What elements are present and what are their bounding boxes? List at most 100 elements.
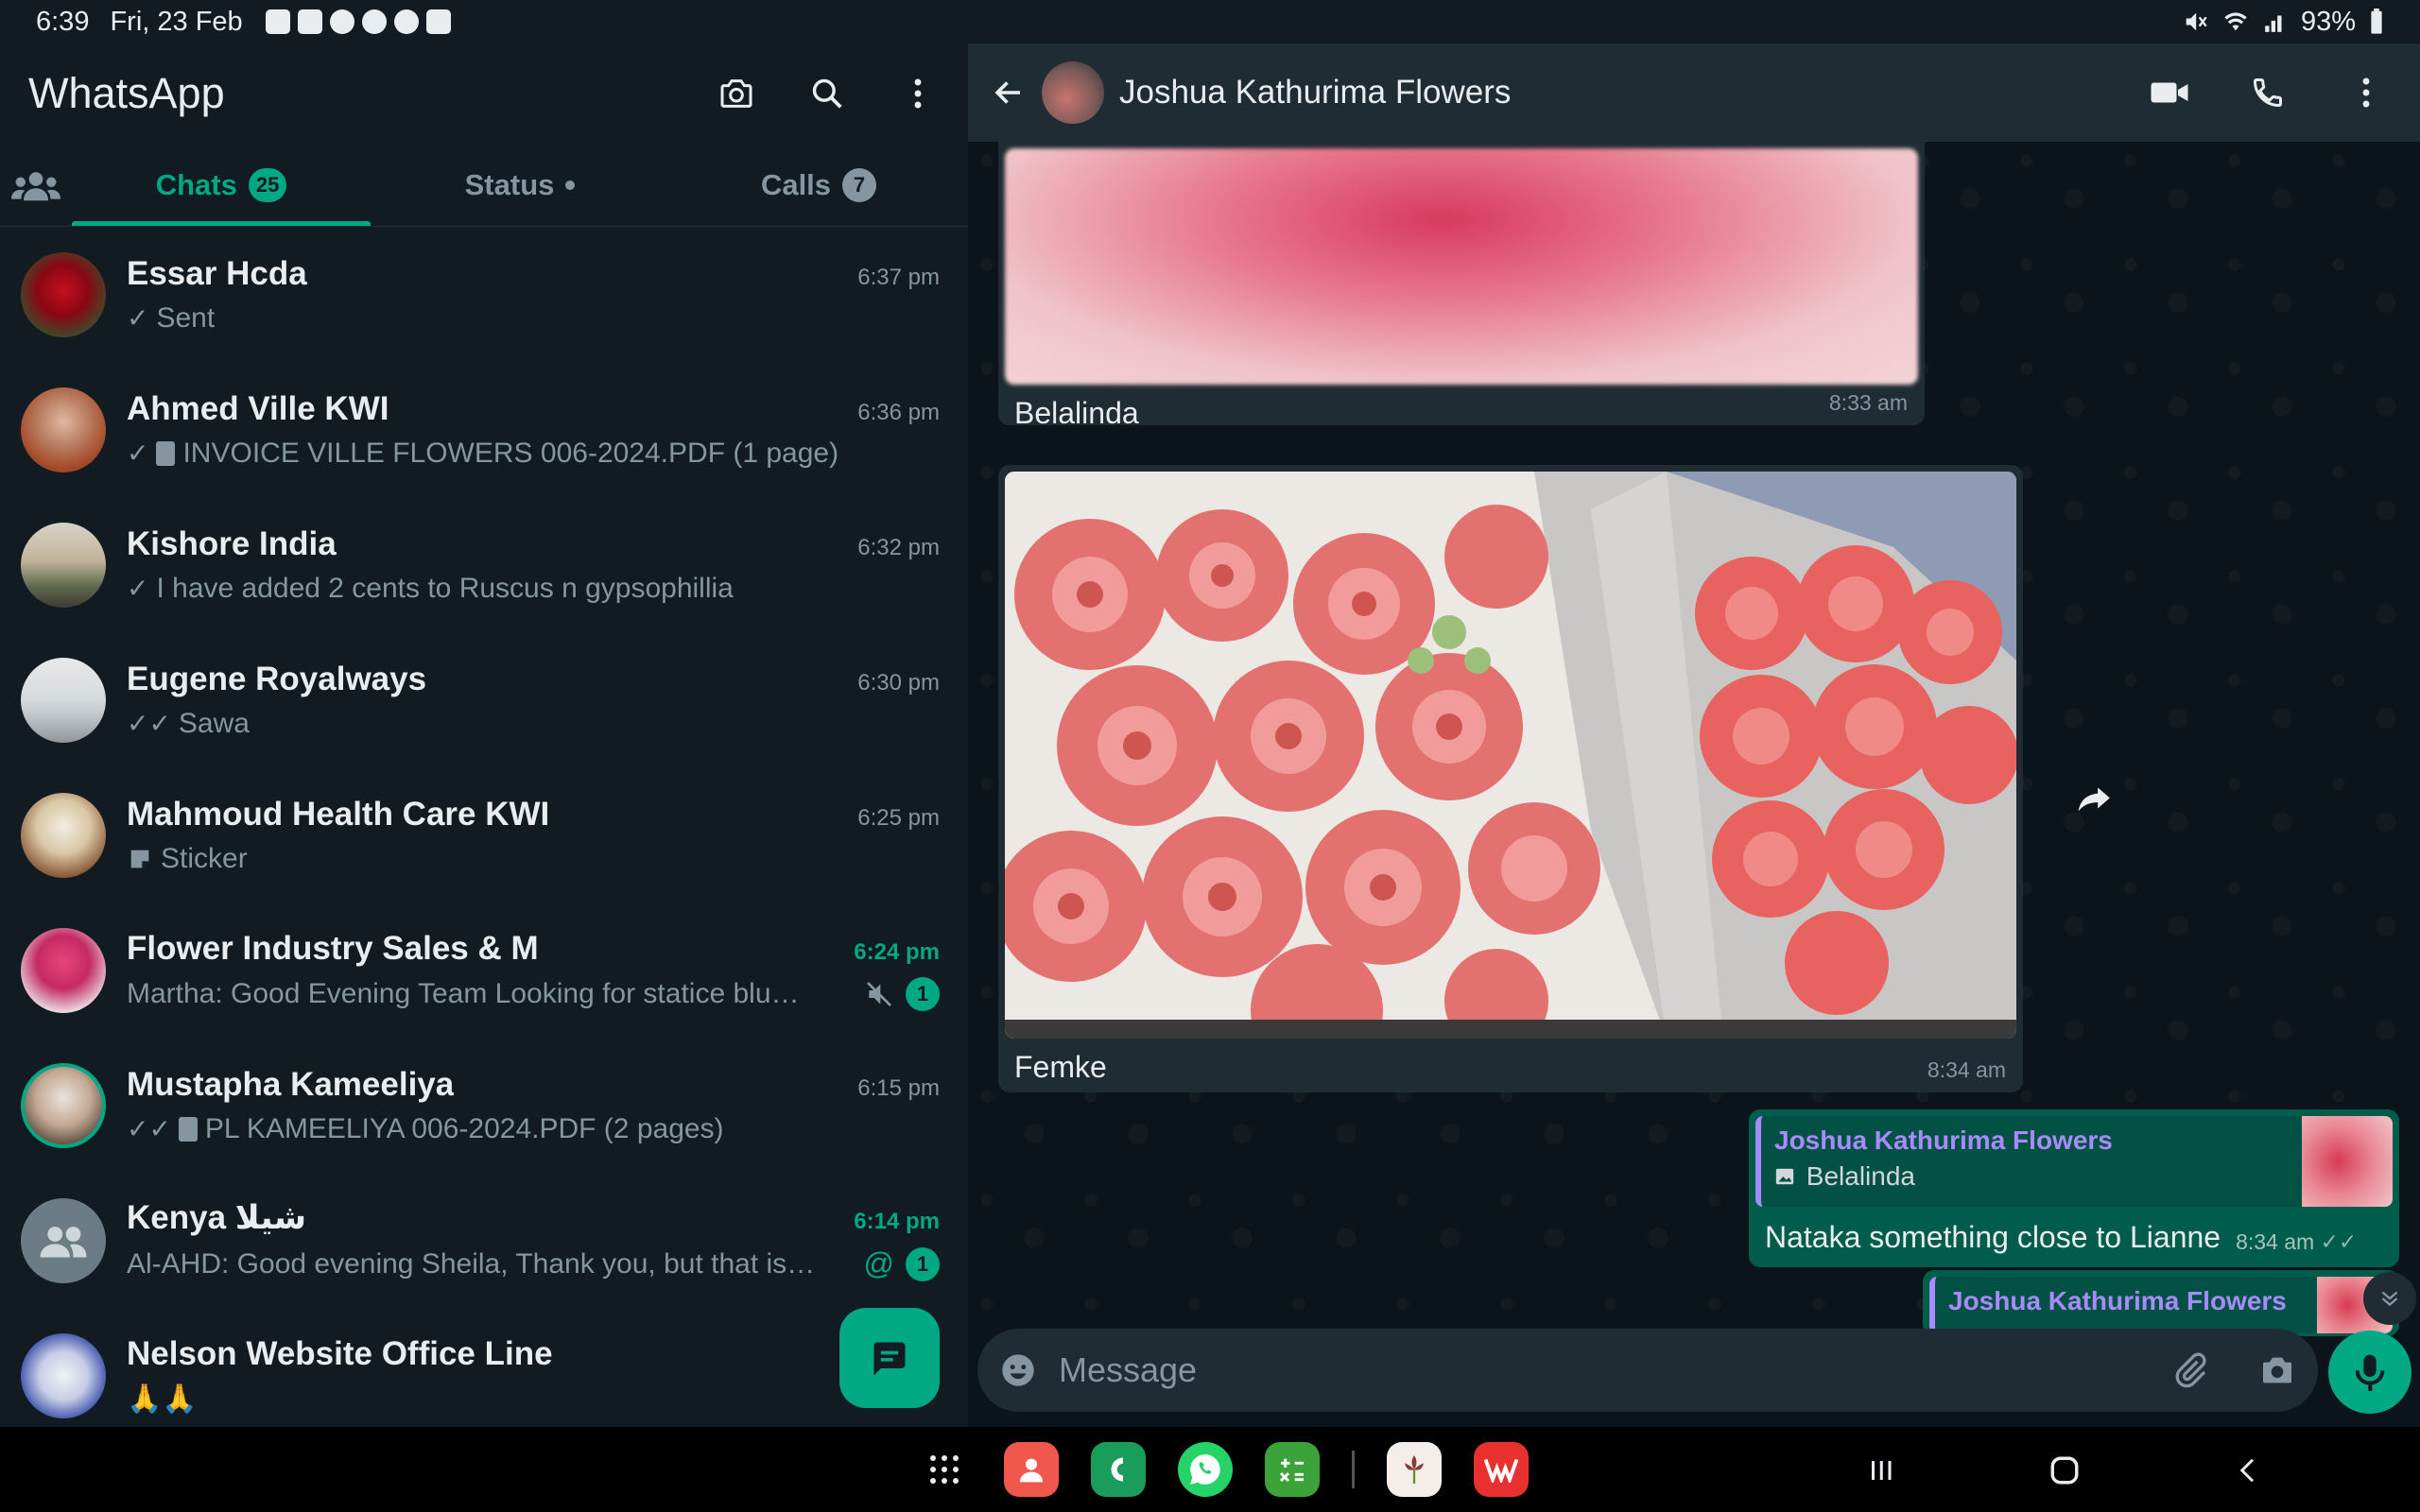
- avatar: [21, 927, 106, 1013]
- home-button[interactable]: [2042, 1448, 2087, 1493]
- chat-preview: Al-AHD: Good evening Sheila, Thank you, …: [127, 1247, 816, 1280]
- whatsapp-app-icon[interactable]: [1178, 1442, 1233, 1497]
- chat-name: Essar Hcda: [127, 254, 307, 292]
- chat-row[interactable]: Mustapha Kameeliya 6:15 pm ✓✓ PL KAMEELI…: [0, 1038, 968, 1173]
- taskbar-dock: [917, 1442, 1529, 1497]
- dock-separator: [1352, 1451, 1355, 1488]
- message-time-text: 8:34 am: [2236, 1229, 2315, 1254]
- back-nav-button[interactable]: [2225, 1448, 2271, 1493]
- chat-name: Kenya شيلا: [127, 1199, 307, 1236]
- unread-badge: 1: [906, 976, 940, 1011]
- flower-logo-icon: [1405, 1455, 1424, 1484]
- communities-icon: [11, 171, 60, 200]
- avatar: [21, 251, 106, 337]
- flower-photo-blurred[interactable]: [1005, 148, 1918, 385]
- conversation-menu-button[interactable]: [2344, 71, 2388, 114]
- forward-button[interactable]: [2068, 773, 2121, 826]
- chat-row[interactable]: Kishore India 6:32 pm ✓ I have added 2 c…: [0, 497, 968, 632]
- system-navigation-bar: [0, 1427, 2420, 1512]
- wifi-icon: [2224, 12, 2247, 31]
- avatar: [21, 792, 106, 878]
- notification-icons: [265, 9, 451, 34]
- group-avatar: [21, 1197, 106, 1283]
- chat-row[interactable]: Mahmoud Health Care KWI 6:25 pm Sticker: [0, 767, 968, 902]
- document-icon: [156, 440, 176, 466]
- chat-row[interactable]: Kenya شيلا 6:14 pm Al-AHD: Good evening …: [0, 1173, 968, 1308]
- calls-count-badge: 7: [842, 167, 877, 202]
- app-notification-icon: [329, 9, 354, 34]
- recents-button[interactable]: [1858, 1448, 1904, 1493]
- chat-preview: Martha: Good Evening Team Looking for st…: [127, 977, 800, 1009]
- app-drawer-button[interactable]: [917, 1442, 972, 1497]
- scroll-to-bottom-button[interactable]: [2363, 1272, 2416, 1325]
- chat-row[interactable]: Eugene Royalways 6:30 pm ✓✓ Sawa: [0, 632, 968, 767]
- avatar: [21, 1332, 106, 1418]
- wps-office-app-icon[interactable]: [1474, 1442, 1529, 1497]
- tab-chats[interactable]: Chats 25: [72, 144, 371, 226]
- message-time: 8:34 am: [1927, 1057, 2006, 1082]
- search-button[interactable]: [805, 72, 849, 115]
- chat-row[interactable]: Nelson Website Office Line 🙏🙏: [0, 1308, 968, 1427]
- sent-tick-icon: ✓: [127, 303, 149, 333]
- tab-calls-label: Calls: [760, 167, 832, 201]
- incoming-image-message[interactable]: Femke 8:34 am: [998, 465, 2023, 1092]
- outgoing-reply-message[interactable]: Joshua Kathurima Flowers: [1923, 1270, 2399, 1336]
- chat-time: 6:25 pm: [857, 804, 940, 831]
- muted-icon: [867, 981, 891, 1006]
- chat-name: Mahmoud Health Care KWI: [127, 795, 550, 833]
- chat-time: 6:30 pm: [857, 669, 940, 696]
- tab-calls[interactable]: Calls 7: [669, 144, 968, 226]
- video-call-button[interactable]: [2148, 71, 2191, 114]
- more-vertical-icon: [914, 78, 922, 109]
- phone-app-icon[interactable]: [1091, 1442, 1146, 1497]
- chat-row[interactable]: Essar Hcda 6:37 pm ✓ Sent: [0, 227, 968, 362]
- camera-icon: [720, 79, 752, 108]
- mute-icon: [2186, 12, 2207, 31]
- tab-communities[interactable]: [0, 144, 72, 226]
- back-chevron-icon: [2239, 1458, 2255, 1483]
- quoted-message[interactable]: Joshua Kathurima Flowers: [1929, 1277, 2393, 1333]
- camera-button[interactable]: [715, 72, 758, 115]
- recents-icon: [1872, 1461, 1892, 1480]
- contact-avatar[interactable]: [1042, 61, 1104, 124]
- chat-time: 6:24 pm: [854, 938, 940, 965]
- sticker-icon: [130, 850, 149, 868]
- menu-button[interactable]: [896, 72, 940, 115]
- roses-photo[interactable]: [1005, 472, 2016, 1039]
- calculator-app-icon[interactable]: [1265, 1442, 1320, 1497]
- tab-status-label: Status: [464, 167, 555, 201]
- message-time: 8:33 am: [1828, 390, 1908, 415]
- skype-icon: [265, 9, 290, 34]
- incoming-image-message[interactable]: Belalinda 8:33 am: [998, 125, 1925, 430]
- unread-badge: 1: [906, 1246, 940, 1281]
- photo-icon: [1775, 1168, 1794, 1185]
- read-tick-icon: ✓✓: [2320, 1229, 2358, 1254]
- contact-name[interactable]: Joshua Kathurima Flowers: [1119, 74, 1511, 112]
- chat-row[interactable]: Ahmed Ville KWI 6:36 pm ✓ INVOICE VILLE …: [0, 362, 968, 497]
- status-date: Fri, 23 Feb: [110, 6, 243, 37]
- recent-app-icon[interactable]: [1387, 1442, 1442, 1497]
- back-arrow-icon: [994, 81, 1020, 104]
- voice-message-button[interactable]: [2328, 1331, 2411, 1414]
- tab-status[interactable]: Status: [371, 144, 669, 226]
- outgoing-reply-message[interactable]: Joshua Kathurima Flowers Belalinda Natak…: [1749, 1109, 2399, 1267]
- chat-name: Eugene Royalways: [127, 660, 427, 697]
- chat-row[interactable]: Flower Industry Sales & M 6:24 pm Martha…: [0, 902, 968, 1038]
- chat-preview: PL KAMEELIYA 006-2024.PDF (2 pages): [204, 1112, 724, 1144]
- message-input[interactable]: [1059, 1350, 2169, 1390]
- back-button[interactable]: [987, 71, 1030, 114]
- voice-call-button[interactable]: [2246, 71, 2290, 114]
- quoted-sender: Joshua Kathurima Flowers: [1774, 1125, 2113, 1155]
- chat-preview: 🙏🙏: [127, 1383, 198, 1415]
- wps-icon: [1484, 1458, 1518, 1483]
- phone-icon: [2253, 78, 2282, 108]
- chat-list: Essar Hcda 6:37 pm ✓ Sent Ahmed Ville KW…: [0, 227, 968, 1427]
- contacts-app-icon[interactable]: [1004, 1442, 1059, 1497]
- quoted-message[interactable]: Joshua Kathurima Flowers Belalinda: [1755, 1116, 2393, 1207]
- emoji-button[interactable]: [996, 1349, 1040, 1392]
- composer-camera-button[interactable]: [2256, 1349, 2299, 1392]
- new-chat-button[interactable]: [839, 1308, 940, 1408]
- read-tick-icon: ✓✓: [127, 709, 171, 738]
- attach-button[interactable]: [2169, 1349, 2212, 1392]
- quoted-caption: Belalinda: [1774, 1161, 2289, 1192]
